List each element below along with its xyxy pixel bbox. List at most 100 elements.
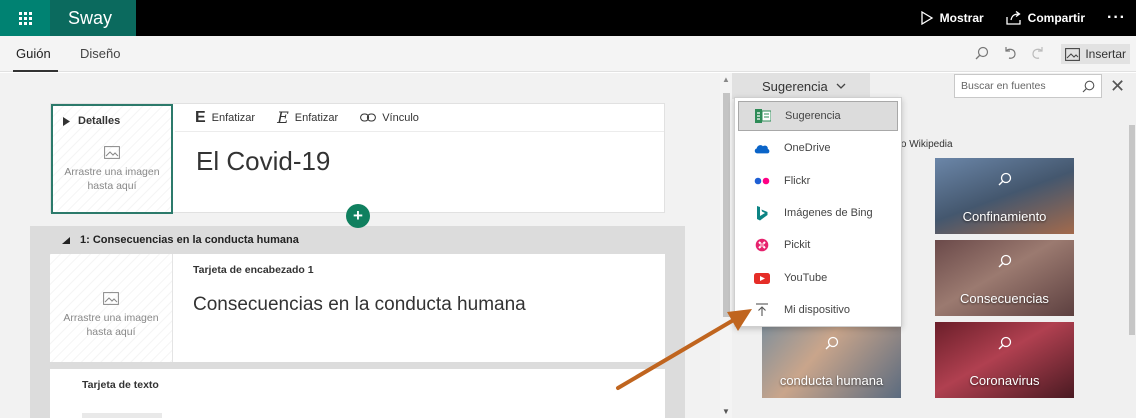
dropdown-item-suggestion[interactable]: Sugerencia [738, 101, 898, 131]
text-card-content-cropped [82, 413, 162, 418]
flickr-icon [754, 173, 770, 189]
storyline-canvas: Detalles Arrastre una imagen hasta aquí … [0, 73, 720, 418]
source-search-input[interactable]: Buscar en fuentes [954, 74, 1102, 98]
app-name[interactable]: Sway [50, 0, 136, 36]
panel-scrollbar[interactable] [1128, 103, 1136, 418]
heading-card-text[interactable]: Consecuencias en la conducta humana [193, 294, 526, 316]
emphasize-bold-button[interactable]: E Enfatizar [195, 109, 255, 127]
italic-e-icon: E [277, 108, 289, 127]
app-launcher-button[interactable] [0, 0, 50, 36]
top-bar: Sway Mostrar Compartir ··· [0, 0, 1136, 36]
suggestion-tile[interactable]: Consecuencias [935, 240, 1074, 316]
image-icon [1065, 47, 1081, 61]
more-options-button[interactable]: ··· [1107, 9, 1126, 27]
emphasize-italic-button[interactable]: E Enfatizar [277, 108, 338, 127]
waffle-icon [18, 11, 32, 25]
dropdown-item-bing[interactable]: Imágenes de Bing [738, 198, 898, 228]
search-icon[interactable] [1082, 80, 1095, 93]
dropdown-item-label: Mi dispositivo [784, 304, 851, 316]
show-label: Mostrar [939, 11, 984, 25]
dropdown-item-label: Imágenes de Bing [784, 207, 873, 219]
onedrive-icon [754, 140, 770, 156]
tile-label: Consecuencias [960, 291, 1049, 306]
section-group: 1: Consecuencias en la conducta humana A… [30, 226, 685, 418]
dropdown-item-onedrive[interactable]: OneDrive [738, 133, 898, 163]
details-label: Detalles [78, 115, 121, 127]
dropdown-item-label: Pickit [784, 239, 811, 251]
tab-storyline[interactable]: Guión [16, 46, 51, 61]
play-icon [921, 11, 933, 25]
share-button[interactable]: Compartir [1006, 11, 1085, 25]
show-button[interactable]: Mostrar [920, 11, 984, 25]
search-icon[interactable] [975, 46, 989, 63]
chevron-down-icon [836, 83, 846, 89]
title-media-dropzone[interactable]: Detalles Arrastre una imagen hasta aquí [51, 104, 173, 214]
insert-label: Insertar [1085, 47, 1126, 61]
scrollbar-thumb[interactable] [723, 93, 730, 317]
format-toolbar: E Enfatizar E Enfatizar Vínculo [175, 104, 664, 132]
text-card[interactable]: Tarjeta de texto [50, 369, 665, 418]
source-select[interactable]: Sugerencia [732, 73, 870, 99]
dropdown-item-pickit[interactable]: Pickit [738, 230, 898, 260]
suggestion-tile[interactable]: Coronavirus [935, 322, 1074, 398]
panel-scrollbar-thumb[interactable] [1129, 125, 1135, 335]
source-dropdown-menu: Sugerencia OneDrive Flickr Imágenes de B… [734, 97, 902, 327]
active-tab-indicator [13, 70, 58, 72]
close-panel-button[interactable]: ✕ [1110, 76, 1125, 97]
heading-card[interactable]: Arrastre una imagen hasta aquí Tarjeta d… [50, 254, 665, 362]
section-heading-label: 1: Consecuencias en la conducta humana [80, 234, 299, 246]
dropdown-item-label: OneDrive [784, 142, 831, 154]
suggestion-tile[interactable]: Confinamiento [935, 158, 1074, 234]
section-heading[interactable]: 1: Consecuencias en la conducta humana [30, 226, 685, 254]
image-placeholder: Arrastre una imagen hasta aquí [53, 146, 171, 193]
dropdown-item-label: Flickr [784, 175, 811, 187]
dropdown-item-youtube[interactable]: YouTube [738, 263, 898, 293]
pickit-icon [754, 237, 770, 253]
dropdown-item-label: YouTube [784, 272, 828, 284]
search-icon [935, 172, 1074, 189]
tab-design[interactable]: Diseño [80, 46, 120, 61]
link-label: Vínculo [382, 111, 419, 124]
search-icon [935, 254, 1074, 271]
tile-label: Coronavirus [969, 373, 1040, 388]
dropdown-item-my-device[interactable]: Mi dispositivo [738, 295, 898, 325]
details-toggle[interactable]: Detalles [63, 115, 120, 127]
story-title[interactable]: El Covid-19 [196, 146, 330, 177]
redo-icon[interactable] [1031, 46, 1045, 63]
add-card-button[interactable]: + [346, 204, 370, 228]
storyline-scrollbar[interactable]: ▲ ▼ [720, 73, 732, 418]
image-placeholder-icon [103, 292, 119, 305]
search-placeholder: Buscar en fuentes [961, 80, 1046, 92]
scroll-down-icon[interactable]: ▼ [722, 407, 730, 416]
bing-icon [754, 205, 770, 221]
search-icon [762, 336, 901, 353]
emphasize-bold-label: Enfatizar [211, 111, 256, 124]
upload-icon [754, 302, 770, 318]
dropdown-item-label: Sugerencia [785, 110, 841, 122]
image-placeholder-line2: hasta aquí [87, 180, 137, 192]
card-divider [172, 254, 173, 362]
tile-label: conducta humana [779, 373, 884, 388]
image-placeholder-line1: Arrastre una imagen [64, 166, 160, 178]
tile-label: Confinamiento [962, 209, 1047, 224]
bold-e-icon: E [195, 108, 206, 126]
image-placeholder-line1: Arrastre una imagen [63, 312, 159, 324]
heading-media-dropzone[interactable]: Arrastre una imagen hasta aquí [50, 254, 172, 362]
link-button[interactable]: Vínculo [360, 112, 419, 124]
dropdown-item-flickr[interactable]: Flickr [738, 166, 898, 196]
title-card[interactable]: Detalles Arrastre una imagen hasta aquí … [50, 103, 665, 214]
tab-row: Guión Diseño Insertar [0, 36, 1136, 72]
insert-button[interactable]: Insertar [1061, 44, 1130, 64]
scroll-up-icon[interactable]: ▲ [722, 75, 730, 84]
search-icon [935, 336, 1074, 353]
undo-icon[interactable] [1003, 46, 1017, 63]
suggestion-tile[interactable]: conducta humana [762, 322, 901, 398]
share-label: Compartir [1027, 11, 1086, 25]
caret-down-icon [62, 236, 70, 244]
text-card-label: Tarjeta de texto [82, 379, 159, 391]
caret-right-icon [63, 116, 70, 126]
link-icon [360, 113, 377, 122]
suggestion-icon [755, 108, 771, 124]
youtube-icon [754, 270, 770, 286]
image-placeholder-icon [104, 146, 120, 159]
